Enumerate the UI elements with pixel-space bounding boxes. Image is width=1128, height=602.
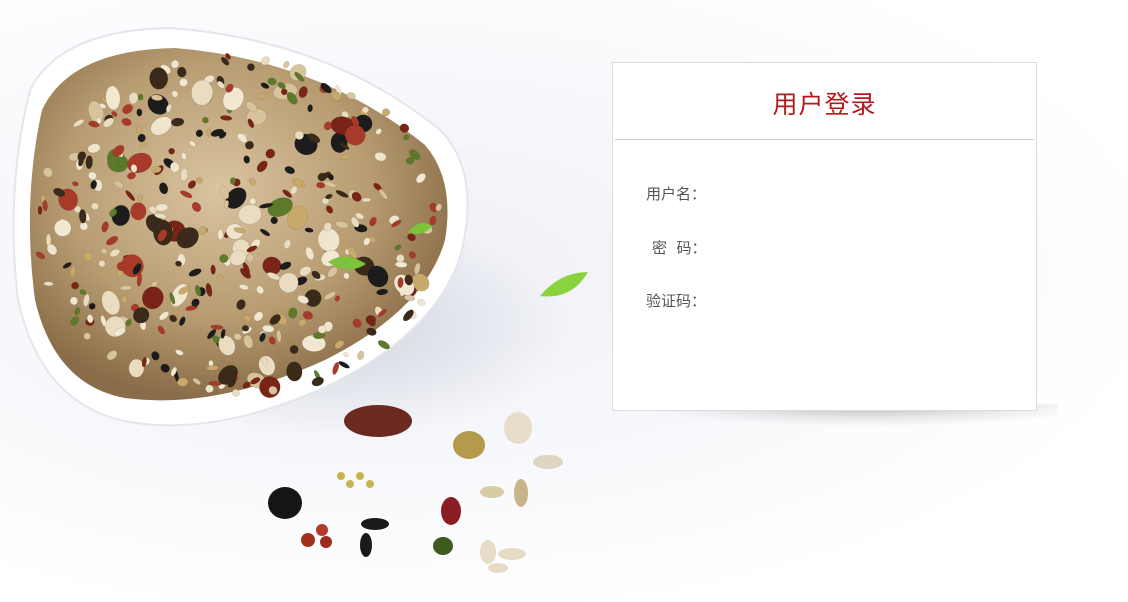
captcha-input[interactable] [721, 288, 985, 316]
grain [168, 147, 175, 155]
grain [91, 202, 99, 210]
bean [498, 548, 526, 560]
bean [356, 472, 364, 480]
password-label: 密 码： [652, 239, 707, 257]
grain [54, 219, 72, 237]
grain [246, 253, 254, 263]
grain [137, 93, 144, 101]
bean [346, 480, 354, 488]
bean [480, 540, 496, 564]
grain [361, 197, 372, 203]
username-label: 用户名： [646, 185, 707, 203]
grain [241, 325, 250, 332]
grain [43, 281, 54, 287]
title-divider [615, 139, 1034, 140]
captcha-row: 验证码： [646, 288, 985, 316]
bean [361, 518, 389, 530]
bean [514, 479, 528, 507]
bean [504, 412, 532, 444]
username-row: 用户名： [646, 181, 985, 209]
grain [397, 277, 404, 288]
bean [268, 487, 302, 519]
bean [301, 533, 315, 547]
grain [210, 264, 216, 275]
login-title: 用户登录 [772, 90, 877, 119]
grain [83, 332, 91, 340]
grain [229, 177, 236, 185]
bean [441, 497, 461, 525]
captcha-label: 验证码： [646, 292, 707, 310]
grain [217, 229, 224, 240]
grain [137, 194, 144, 202]
grain [394, 261, 408, 268]
bean [453, 431, 485, 459]
username-input[interactable] [721, 181, 985, 209]
grain [206, 128, 212, 137]
grain [119, 285, 133, 291]
bean [433, 537, 453, 555]
bean [360, 533, 372, 557]
grain [37, 205, 43, 215]
password-row: 密 码： [646, 235, 985, 263]
bean [480, 486, 504, 498]
login-panel: 用户登录 用户名： 密 码： 验证码： [612, 62, 1037, 411]
bean [337, 472, 345, 480]
bean [533, 455, 563, 469]
bean [316, 524, 328, 536]
bean [488, 563, 508, 573]
bean [366, 480, 374, 488]
bean [320, 536, 332, 548]
grain [130, 202, 147, 221]
password-input[interactable] [721, 235, 985, 263]
grain [307, 104, 313, 113]
bean [344, 405, 412, 437]
grain [136, 108, 143, 117]
grain [316, 182, 326, 189]
